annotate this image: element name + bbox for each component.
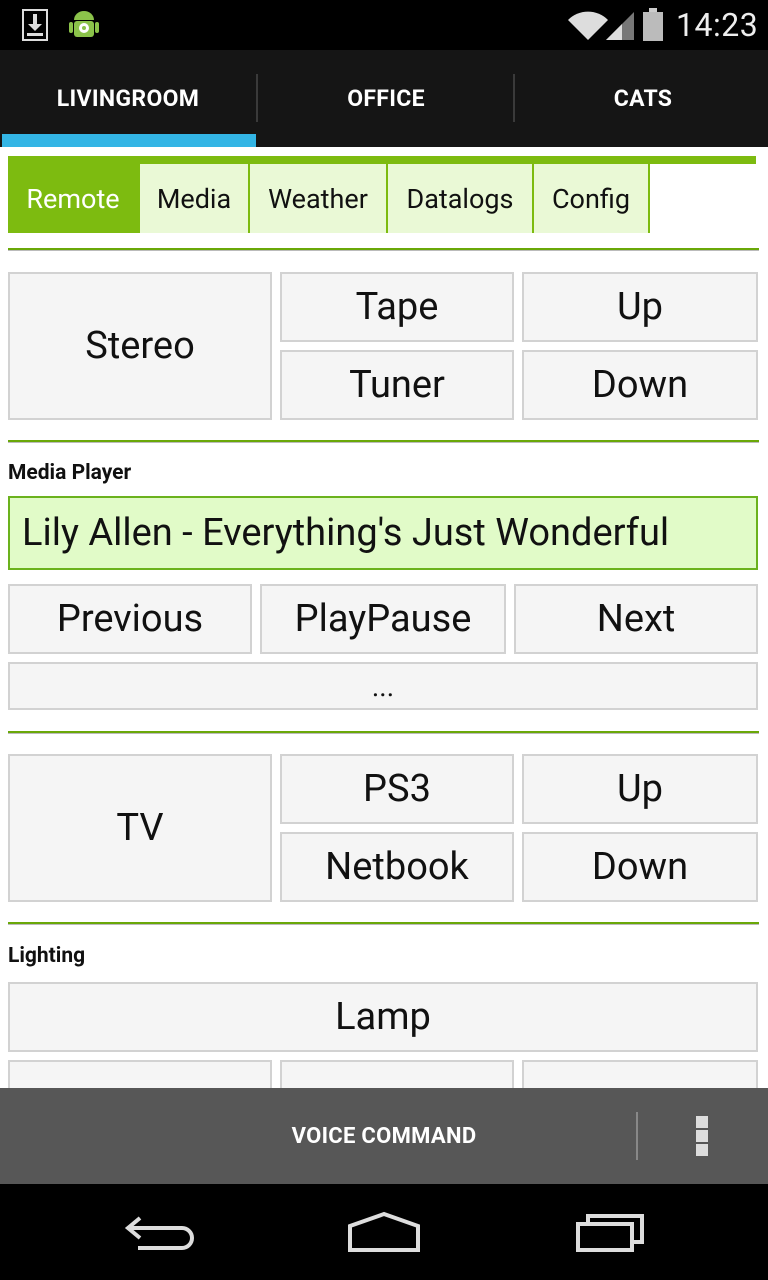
- next-button[interactable]: Next: [514, 584, 758, 654]
- remote-content: Remote Media Weather Datalogs Config Ste…: [0, 147, 768, 1088]
- section-divider: [8, 440, 759, 443]
- lamp-button[interactable]: Lamp: [8, 982, 758, 1052]
- navigation-bar: [0, 1184, 768, 1280]
- tuner-button[interactable]: Tuner: [280, 350, 514, 420]
- tab-office[interactable]: OFFICE: [258, 50, 514, 147]
- tape-button[interactable]: Tape: [280, 272, 514, 342]
- tv-down-button[interactable]: Down: [522, 832, 758, 902]
- subtab-config[interactable]: Config: [534, 164, 650, 233]
- stereo-up-button[interactable]: Up: [522, 272, 758, 342]
- tv-up-button[interactable]: Up: [522, 754, 758, 824]
- subtab-remote[interactable]: Remote: [8, 164, 140, 233]
- status-bar: 14:23: [0, 0, 768, 50]
- media-more-button[interactable]: ...: [8, 662, 758, 710]
- netbook-button[interactable]: Netbook: [280, 832, 514, 902]
- bottom-action-bar: VOICE COMMAND: [0, 1088, 768, 1184]
- tab-livingroom[interactable]: LIVINGROOM: [0, 50, 256, 147]
- download-notification-icon: [22, 9, 48, 41]
- overflow-menu-icon[interactable]: [696, 1116, 710, 1156]
- subtab-weather[interactable]: Weather: [250, 164, 388, 233]
- room-tab-bar: LIVINGROOM OFFICE CATS: [0, 50, 768, 147]
- back-icon[interactable]: [124, 1210, 196, 1254]
- active-tab-indicator: [2, 134, 256, 147]
- ps3-button[interactable]: PS3: [280, 754, 514, 824]
- home-icon[interactable]: [346, 1210, 422, 1254]
- lighting-up-button[interactable]: [522, 1060, 758, 1088]
- section-divider: [8, 248, 759, 251]
- status-time: 14:23: [676, 6, 759, 44]
- cell-signal-icon: [606, 12, 634, 40]
- playpause-button[interactable]: PlayPause: [260, 584, 506, 654]
- voice-command-button[interactable]: VOICE COMMAND: [0, 1088, 768, 1184]
- tab-cats[interactable]: CATS: [515, 50, 768, 147]
- lighting-heading: Lighting: [8, 944, 86, 968]
- stereo-down-button[interactable]: Down: [522, 350, 758, 420]
- previous-button[interactable]: Previous: [8, 584, 252, 654]
- android-notification-icon: [69, 11, 99, 37]
- recent-apps-icon[interactable]: [574, 1210, 646, 1254]
- stereo-button[interactable]: Stereo: [8, 272, 272, 420]
- subtab-media[interactable]: Media: [140, 164, 250, 233]
- action-divider: [636, 1112, 638, 1160]
- media-player-heading: Media Player: [8, 461, 132, 485]
- section-divider: [8, 731, 759, 734]
- lighting-row-button[interactable]: [8, 1060, 272, 1088]
- subtab-bar: Remote Media Weather Datalogs Config: [8, 156, 756, 233]
- tv-button[interactable]: TV: [8, 754, 272, 902]
- lighting-all-button[interactable]: [280, 1060, 514, 1088]
- now-playing-display: Lily Allen - Everything's Just Wonderful: [8, 496, 758, 570]
- section-divider: [8, 922, 759, 925]
- subtab-datalogs[interactable]: Datalogs: [388, 164, 534, 233]
- battery-icon: [643, 8, 663, 41]
